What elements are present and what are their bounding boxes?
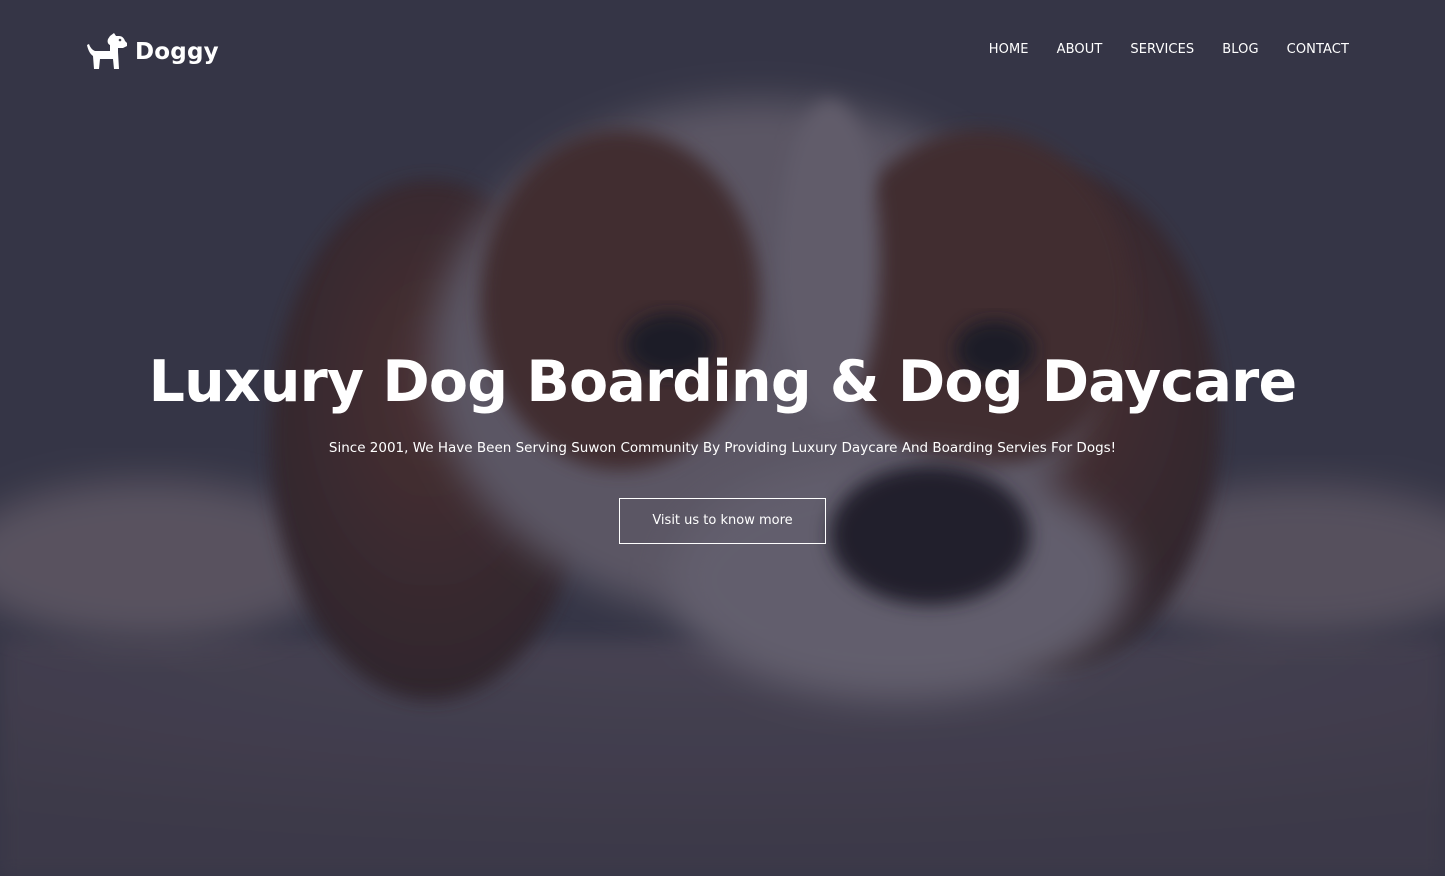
- nav-item-about[interactable]: ABOUT: [1057, 42, 1103, 57]
- hero-subtitle: Since 2001, We Have Been Serving Suwon C…: [328, 440, 1117, 456]
- nav-item-services[interactable]: SERVICES: [1130, 42, 1194, 57]
- nav-item-contact[interactable]: CONTACT: [1287, 42, 1349, 57]
- hero-headline: Luxury Dog Boarding & Dog Daycare: [148, 349, 1298, 415]
- dog-icon: [87, 33, 127, 69]
- main-nav: HOME ABOUT SERVICES BLOG CONTACT: [989, 42, 1349, 57]
- visit-more-button[interactable]: Visit us to know more: [619, 498, 826, 544]
- site-header: Doggy HOME ABOUT SERVICES BLOG CONTACT: [0, 0, 1445, 104]
- hero-section: Doggy HOME ABOUT SERVICES BLOG CONTACT L…: [0, 0, 1445, 876]
- nav-item-blog[interactable]: BLOG: [1222, 42, 1258, 57]
- brand-name: Doggy: [135, 39, 219, 65]
- nav-item-home[interactable]: HOME: [989, 42, 1029, 57]
- brand-logo[interactable]: Doggy: [86, 32, 219, 72]
- hero-content: Luxury Dog Boarding & Dog Daycare Since …: [0, 340, 1445, 544]
